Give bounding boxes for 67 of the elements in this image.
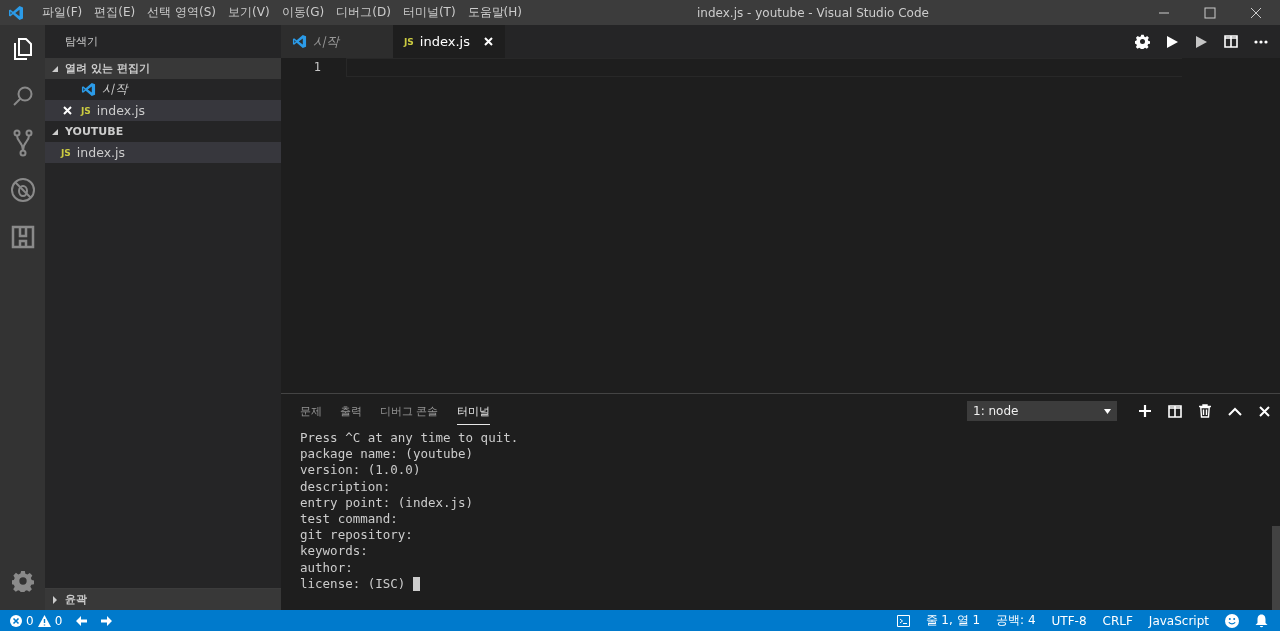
menu-item[interactable]: 편집(E) [88,4,142,21]
menu-item[interactable]: 선택 영역(S) [141,4,222,21]
run-icon[interactable] [1195,34,1208,49]
run-icon[interactable] [1166,34,1179,49]
section-header[interactable]: 열려 있는 편집기 [45,58,281,79]
warning-icon [37,614,51,627]
menu-item[interactable]: 보기(V) [222,4,276,21]
bell-icon[interactable] [1255,613,1268,628]
panel-tab[interactable]: 출력 [340,397,362,425]
status-item[interactable]: 줄 1, 열 1 [925,612,981,629]
plus-icon[interactable] [1139,405,1151,417]
terminal-line: license: (ISC) [300,575,407,592]
terminal-line: test command: [300,510,398,528]
panel-tab[interactable]: 디버그 콘솔 [380,397,439,425]
editor-tab[interactable]: 시작 [281,25,393,58]
terminal-line: author: [300,559,353,576]
status-item[interactable]: UTF-8 [1051,613,1087,628]
menu-item[interactable]: 도움말(H) [461,4,528,21]
caret-icon [1104,408,1111,414]
window-title: index.js - youtube - Visual Studio Code [697,5,929,20]
more-icon[interactable] [1254,39,1268,44]
split-editor-icon[interactable] [1224,35,1238,48]
status-item[interactable]: 공백: 4 [996,612,1036,629]
problems-status[interactable]: 0 0 [10,613,63,628]
terminal-select[interactable]: 1: node [967,401,1117,421]
panel-tab[interactable]: 문제 [300,397,322,425]
status-item[interactable]: JavaScript [1148,613,1209,628]
status-item[interactable]: CRLF [1102,613,1133,628]
vscode-logo-icon [292,34,307,49]
smiley-icon[interactable] [1225,613,1239,628]
chevron-up-icon[interactable] [1228,406,1242,416]
sidebar-title: 탐색기 [65,34,98,49]
line-number: 1 [313,59,321,76]
editor-tab[interactable]: JS index.js [393,25,505,58]
settings-icon[interactable] [1135,34,1150,49]
error-icon [10,614,22,627]
terminal-line: entry point: (index.js) [300,494,474,511]
close-icon[interactable] [1250,6,1262,19]
arrow-left-icon[interactable] [76,615,88,626]
section-header[interactable]: YOUTUBE [45,121,281,142]
terminal-line: version: (1.0.0) [300,462,421,479]
menu-item[interactable]: 디버그(D) [330,4,397,21]
panel-tab[interactable]: 터미널 [456,397,490,425]
terminal-line: Press ^C at any time to quit. [300,430,519,447]
scrollbar[interactable] [1272,526,1280,610]
menu-item[interactable]: 터미널(T) [396,4,462,21]
section-header[interactable]: 윤곽 [45,588,281,610]
menu-item[interactable]: 이동(G) [275,4,331,21]
file-item[interactable]: JS index.js [45,100,281,121]
maximize-icon[interactable] [1204,6,1216,19]
trash-icon[interactable] [1199,404,1211,418]
debug-icon[interactable] [9,176,36,203]
file-item[interactable]: 시작 [45,79,281,100]
menu-item[interactable]: 파일(F) [36,4,89,21]
split-terminal-icon[interactable] [1168,404,1182,418]
extensions-icon[interactable] [10,224,35,249]
vscode-logo-icon [81,82,96,97]
terminal-line: package name: (youtube) [300,446,474,463]
terminal-line: keywords: [300,543,368,560]
file-item[interactable]: JS index.js [45,142,281,163]
arrow-right-icon[interactable] [101,615,113,626]
terminal-line: git repository: [300,527,413,544]
vscode-logo-icon [8,4,24,21]
terminal[interactable]: Press ^C at any time to quit. package name: (youtube) version: (1.0.0) description: entry point: (index.js) test command: git repository: keywords: author: license: (ISC) [281,428,1280,610]
terminal-icon[interactable] [896,614,910,627]
terminal-line: description: [300,478,391,495]
text-cursor [412,576,420,591]
